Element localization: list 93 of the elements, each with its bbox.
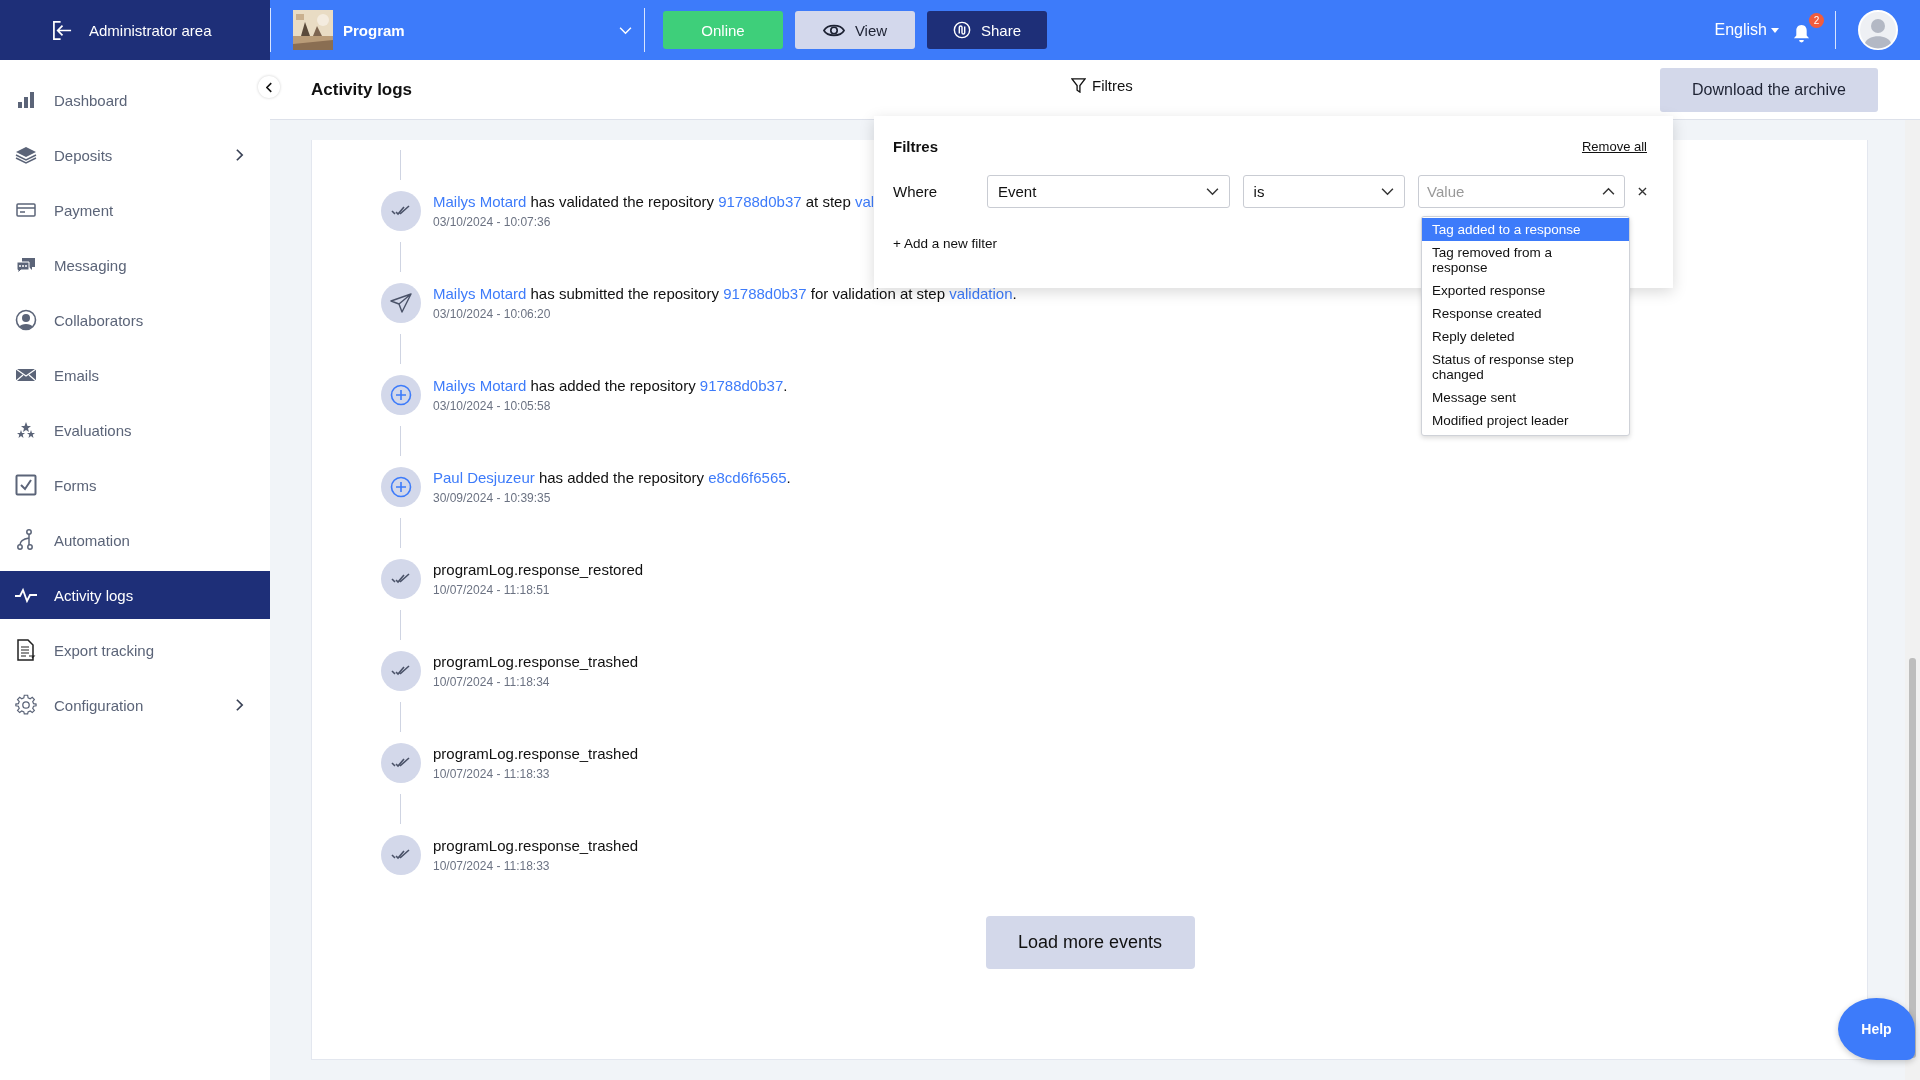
repository-link[interactable]: 91788d0b37 [723, 285, 807, 302]
paper-plane-icon [381, 283, 421, 323]
view-button[interactable]: View [795, 11, 915, 49]
share-icon [953, 21, 971, 39]
log-timestamp: 03/10/2024 - 10:07:36 [433, 215, 552, 229]
log-timestamp: 30/09/2024 - 10:39:35 [433, 491, 552, 505]
repository-link[interactable]: 91788d0b37 [699, 377, 784, 394]
double-check-icon [381, 835, 421, 875]
chevron-up-icon [1602, 187, 1616, 196]
share-button[interactable]: Share [927, 11, 1047, 49]
double-check-icon [381, 743, 421, 783]
card-icon [14, 202, 38, 218]
filter-icon [1071, 78, 1086, 93]
dropdown-option[interactable]: Tag added to a response [1422, 218, 1629, 241]
operator-select[interactable]: is [1242, 175, 1406, 208]
sidebar-item[interactable]: Automation [0, 516, 260, 564]
log-message: Mailys Motard has submitted the repository 91788d0b37 for validation at step validation. [433, 285, 1017, 303]
step-link[interactable]: validation [949, 285, 1013, 302]
close-icon[interactable] [1638, 187, 1647, 196]
settings-icon [14, 694, 38, 716]
add-icon [381, 467, 421, 507]
pulse-icon [14, 587, 38, 603]
load-more-button[interactable]: Load more events [985, 916, 1195, 969]
dropdown-option[interactable]: Exported response [1422, 279, 1629, 302]
log-message: programLog.response_trashed [433, 837, 639, 855]
download-archive-button[interactable]: Download the archive [1660, 67, 1878, 112]
log-message: Mailys Motard has added the repository 91788d0b37. [433, 377, 788, 395]
log-message: programLog.response_trashed [433, 653, 639, 671]
dropdown-option[interactable]: Tag removed from a response [1422, 241, 1629, 279]
bell-icon[interactable] [1793, 24, 1810, 43]
double-check-icon [381, 191, 421, 231]
log-timestamp: 03/10/2024 - 10:05:58 [433, 399, 552, 413]
checkbox-icon [14, 474, 38, 496]
sidebar-item[interactable]: Collaborators [0, 296, 260, 344]
log-message: programLog.response_trashed [433, 745, 639, 763]
chat-icon [14, 256, 38, 274]
sidebar-item[interactable]: Payment [0, 186, 260, 234]
dropdown-option[interactable]: Reply deleted [1422, 325, 1629, 348]
log-message: Paul Desjuzeur has added the repository e8cd6f6565. [433, 469, 791, 487]
user-link[interactable]: Mailys Motard [433, 285, 527, 302]
add-icon [381, 375, 421, 415]
step-link[interactable]: val [854, 193, 875, 210]
dropdown-option[interactable]: Response created [1422, 302, 1629, 325]
sidebar-item[interactable]: Evaluations [0, 406, 260, 454]
program-selector[interactable]: Program [271, 10, 644, 50]
user-link[interactable]: Mailys Motard [433, 377, 527, 394]
user-link[interactable]: Mailys Motard [433, 193, 527, 210]
remove-all-link[interactable]: Remove all [1581, 139, 1647, 154]
envelope-icon [14, 367, 38, 383]
log-timestamp: 10/07/2024 - 11:18:33 [433, 767, 551, 781]
chevron-down-icon [619, 25, 632, 35]
sidebar-item[interactable]: Deposits [0, 131, 260, 179]
page-title: Activity logs [311, 79, 414, 100]
sidebar-item[interactable]: Configuration [0, 681, 260, 729]
exit-icon [52, 19, 73, 41]
notification-badge: 2 [1809, 13, 1824, 28]
chevron-down-icon [1205, 187, 1219, 196]
user-link[interactable]: Paul Desjuzeur [433, 469, 535, 486]
log-timestamp: 10/07/2024 - 11:18:33 [433, 859, 551, 873]
caret-icon [1771, 27, 1779, 33]
sidebar-item[interactable]: Dashboard [0, 76, 260, 124]
log-message: programLog.response_restored [433, 561, 644, 579]
sidebar-item[interactable]: Export tracking [0, 626, 260, 674]
double-check-icon [381, 651, 421, 691]
layers-icon [14, 145, 38, 165]
admin-area-link[interactable]: Administrator area [0, 0, 270, 60]
panel-title: Filtres [893, 138, 938, 155]
double-check-icon [381, 559, 421, 599]
collapse-button[interactable] [258, 76, 280, 98]
log-message: Mailys Motard has validated the repository 91788d0b37 at step val [433, 193, 875, 211]
chevron-down-icon [1381, 187, 1395, 196]
dropdown-option[interactable]: Message sent [1422, 386, 1629, 409]
field-select[interactable]: Event [987, 175, 1230, 208]
value-field[interactable]: Value [1418, 175, 1626, 208]
scrollbar-thumb[interactable] [1909, 658, 1916, 1058]
user-icon [14, 309, 38, 331]
where-label: Where [893, 183, 939, 200]
sidebar-item[interactable]: Emails [0, 351, 260, 399]
log-timestamp: 10/07/2024 - 11:18:34 [433, 675, 551, 689]
eye-icon [822, 22, 845, 38]
language-selector[interactable]: English [1714, 21, 1779, 39]
log-timestamp: 10/07/2024 - 11:18:51 [433, 583, 551, 597]
chevron-left-icon [265, 81, 273, 93]
sidebar-item[interactable]: Forms [0, 461, 260, 509]
log-timestamp: 03/10/2024 - 10:06:20 [433, 307, 552, 321]
repository-link[interactable]: e8cd6f6565 [708, 469, 787, 486]
sidebar-item[interactable]: Messaging [0, 241, 260, 289]
repository-link[interactable]: 91788d0b37 [718, 193, 802, 210]
dropdown-option[interactable]: Status of response step changed [1422, 348, 1629, 386]
dropdown-option[interactable]: Modified project leader [1422, 409, 1629, 432]
filter-button[interactable]: Filtres [1071, 77, 1133, 94]
document-icon [14, 639, 38, 661]
avatar[interactable] [1858, 10, 1898, 50]
